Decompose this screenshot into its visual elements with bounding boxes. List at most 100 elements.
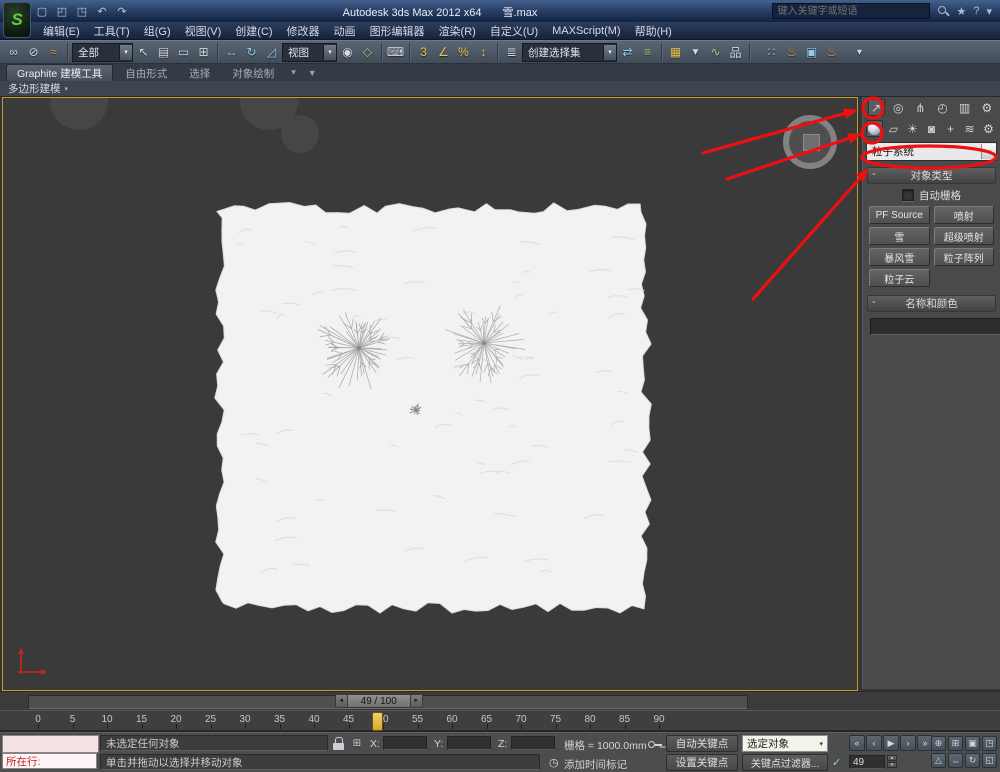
shapes-category-icon[interactable]: ▱ [885, 120, 902, 137]
previous-frame-arrow-icon[interactable]: ◄ [335, 694, 348, 708]
geometry-category-dropdown[interactable]: 粒子系统 ▾ [866, 142, 997, 161]
frame-spinner[interactable]: ▴ ▾ [887, 755, 897, 768]
rendered-frame-window-icon[interactable]: ▣ [802, 43, 821, 62]
use-pivot-center-icon[interactable]: ◉ [338, 43, 357, 62]
edit-named-selection-sets-icon[interactable]: ≣ [502, 43, 521, 62]
select-and-manipulate-icon[interactable]: ◇ [358, 43, 377, 62]
key-filters-button[interactable]: 关键点过滤器... [742, 754, 828, 771]
render-production-icon[interactable]: ♨ [822, 43, 841, 62]
application-menu-button[interactable]: S [3, 2, 31, 38]
save-file-icon[interactable]: ◳ [74, 3, 90, 19]
set-key-button[interactable]: 设置关键点 [666, 754, 738, 771]
zoom-icon[interactable]: ⊕ [931, 736, 946, 751]
ribbon-options-icon[interactable]: ▼ [303, 64, 322, 81]
menu-maxscript[interactable]: MAXScript(M) [545, 25, 627, 37]
zoom-extents-icon[interactable]: ▣ [965, 736, 980, 751]
space-warps-category-icon[interactable]: ≋ [961, 120, 978, 137]
orbit-icon[interactable]: ↻ [965, 753, 980, 768]
window-crossing-icon[interactable]: ⊞ [194, 43, 213, 62]
snow-button[interactable]: 雪 [869, 227, 930, 245]
ribbon-minimize-icon[interactable]: ▾ [286, 64, 301, 81]
new-scene-icon[interactable]: ▢ [34, 3, 50, 19]
field-of-view-icon[interactable]: △ [931, 753, 946, 768]
object-name-input[interactable] [870, 318, 1000, 335]
viewcube-compass[interactable] [783, 115, 837, 169]
open-file-icon[interactable]: ◰ [54, 3, 70, 19]
auto-key-button[interactable]: 自动关键点 [666, 735, 738, 752]
undo-icon[interactable]: ↶ [94, 3, 110, 19]
menu-group[interactable]: 组(G) [137, 23, 178, 39]
rectangular-selection-region-icon[interactable]: ▭ [174, 43, 193, 62]
parray-button[interactable]: 粒子阵列 [934, 248, 995, 266]
redo-icon[interactable]: ↷ [114, 3, 130, 19]
ribbon-tab-object-paint[interactable]: 对象绘制 [222, 64, 284, 81]
spinner-snap-icon[interactable]: ↕ [474, 43, 493, 62]
menu-customize[interactable]: 自定义(U) [483, 23, 545, 39]
unlink-selection-icon[interactable]: ⊘ [24, 43, 43, 62]
next-frame-arrow-icon[interactable]: ► [410, 694, 423, 708]
menu-tools[interactable]: 工具(T) [87, 23, 137, 39]
geometry-category-icon[interactable] [866, 120, 883, 137]
play-button[interactable]: ▶ [883, 735, 899, 751]
select-and-move-icon[interactable]: ↔ [222, 43, 241, 62]
maxscript-mini-listener[interactable]: 所在行: [2, 753, 97, 769]
modify-tab-icon[interactable]: ◎ [890, 99, 907, 116]
previous-frame-button[interactable]: ‹ [866, 735, 882, 751]
keyboard-shortcut-override-icon[interactable]: ⌨ [386, 43, 405, 62]
track-bar[interactable]: 051015202530354045505560657075808590 [0, 710, 1000, 732]
cameras-category-icon[interactable]: ◙ [923, 120, 940, 137]
motion-tab-icon[interactable]: ◴ [934, 99, 951, 116]
name-color-rollout-header[interactable]: - 名称和颜色 [867, 295, 996, 312]
absolute-mode-transform-icon[interactable]: ⊞ [349, 735, 365, 751]
key-filter-selected-dropdown[interactable]: 选定对象 ▾ [742, 735, 828, 752]
spray-button[interactable]: 喷射 [934, 206, 995, 224]
lights-category-icon[interactable]: ☀ [904, 120, 921, 137]
time-slider-handle[interactable]: ◄ 49 / 100 ► [335, 694, 423, 708]
spinner-up-icon[interactable]: ▴ [887, 755, 897, 761]
pcloud-button[interactable]: 粒子云 [869, 269, 930, 287]
help-icon[interactable]: ? [973, 5, 979, 17]
display-tab-icon[interactable]: ▥ [956, 99, 973, 116]
select-and-scale-icon[interactable]: ◿ [262, 43, 281, 62]
spinner-down-icon[interactable]: ▾ [887, 762, 897, 768]
menu-create[interactable]: 创建(C) [228, 23, 279, 39]
menu-modifiers[interactable]: 修改器 [280, 23, 327, 39]
reference-coordinate-dropdown[interactable]: 视图 ▾ [282, 43, 337, 62]
z-coordinate-input[interactable] [511, 736, 555, 750]
percent-snap-icon[interactable]: % [454, 43, 473, 62]
bind-to-space-warp-icon[interactable]: ≈ [44, 43, 63, 62]
selection-lock-icon[interactable] [333, 737, 345, 750]
ribbon-panel-polygon-modeling[interactable]: 多边形建模 [8, 81, 61, 96]
material-editor-icon[interactable]: ∷ [762, 43, 781, 62]
selection-filter-dropdown[interactable]: 全部 ▾ [72, 43, 133, 62]
menu-help[interactable]: 帮助(H) [628, 23, 679, 39]
menu-edit[interactable]: 编辑(E) [36, 23, 87, 39]
graphite-ribbon-toggle-icon[interactable]: ▼ [686, 43, 705, 62]
zoom-all-icon[interactable]: ⊞ [948, 736, 963, 751]
ribbon-tab-selection[interactable]: 选择 [179, 64, 220, 81]
object-type-rollout-header[interactable]: - 对象类型 [867, 167, 996, 184]
maximize-viewport-toggle-icon[interactable]: ◱ [982, 753, 997, 768]
curve-editor-icon[interactable]: ∿ [706, 43, 725, 62]
current-frame-input[interactable] [849, 755, 885, 769]
select-by-name-icon[interactable]: ▤ [154, 43, 173, 62]
align-icon[interactable]: ≡ [638, 43, 657, 62]
snaps-toggle-icon[interactable]: 3 [414, 43, 433, 62]
pan-icon[interactable]: ⇔ [948, 753, 963, 768]
add-time-tag-label[interactable]: 添加时间标记 [564, 757, 627, 772]
render-setup-icon[interactable]: ♨ [782, 43, 801, 62]
ribbon-tab-freeform[interactable]: 自由形式 [115, 64, 177, 81]
viewport-top[interactable] [2, 97, 858, 691]
menu-rendering[interactable]: 渲染(R) [432, 23, 483, 39]
utilities-tab-icon[interactable]: ⚙ [978, 99, 995, 116]
go-to-start-button[interactable]: « [849, 735, 865, 751]
angle-snap-icon[interactable]: ∠ [434, 43, 453, 62]
mirror-icon[interactable]: ⇄ [618, 43, 637, 62]
search-input[interactable] [772, 3, 930, 19]
schematic-view-icon[interactable]: 品 [726, 43, 745, 62]
menu-animation[interactable]: 动画 [327, 23, 363, 39]
x-coordinate-input[interactable] [383, 736, 427, 750]
select-and-link-icon[interactable]: ∞ [4, 43, 23, 62]
infocenter-dropdown-icon[interactable]: ▾ [986, 5, 992, 18]
next-frame-button[interactable]: › [900, 735, 916, 751]
